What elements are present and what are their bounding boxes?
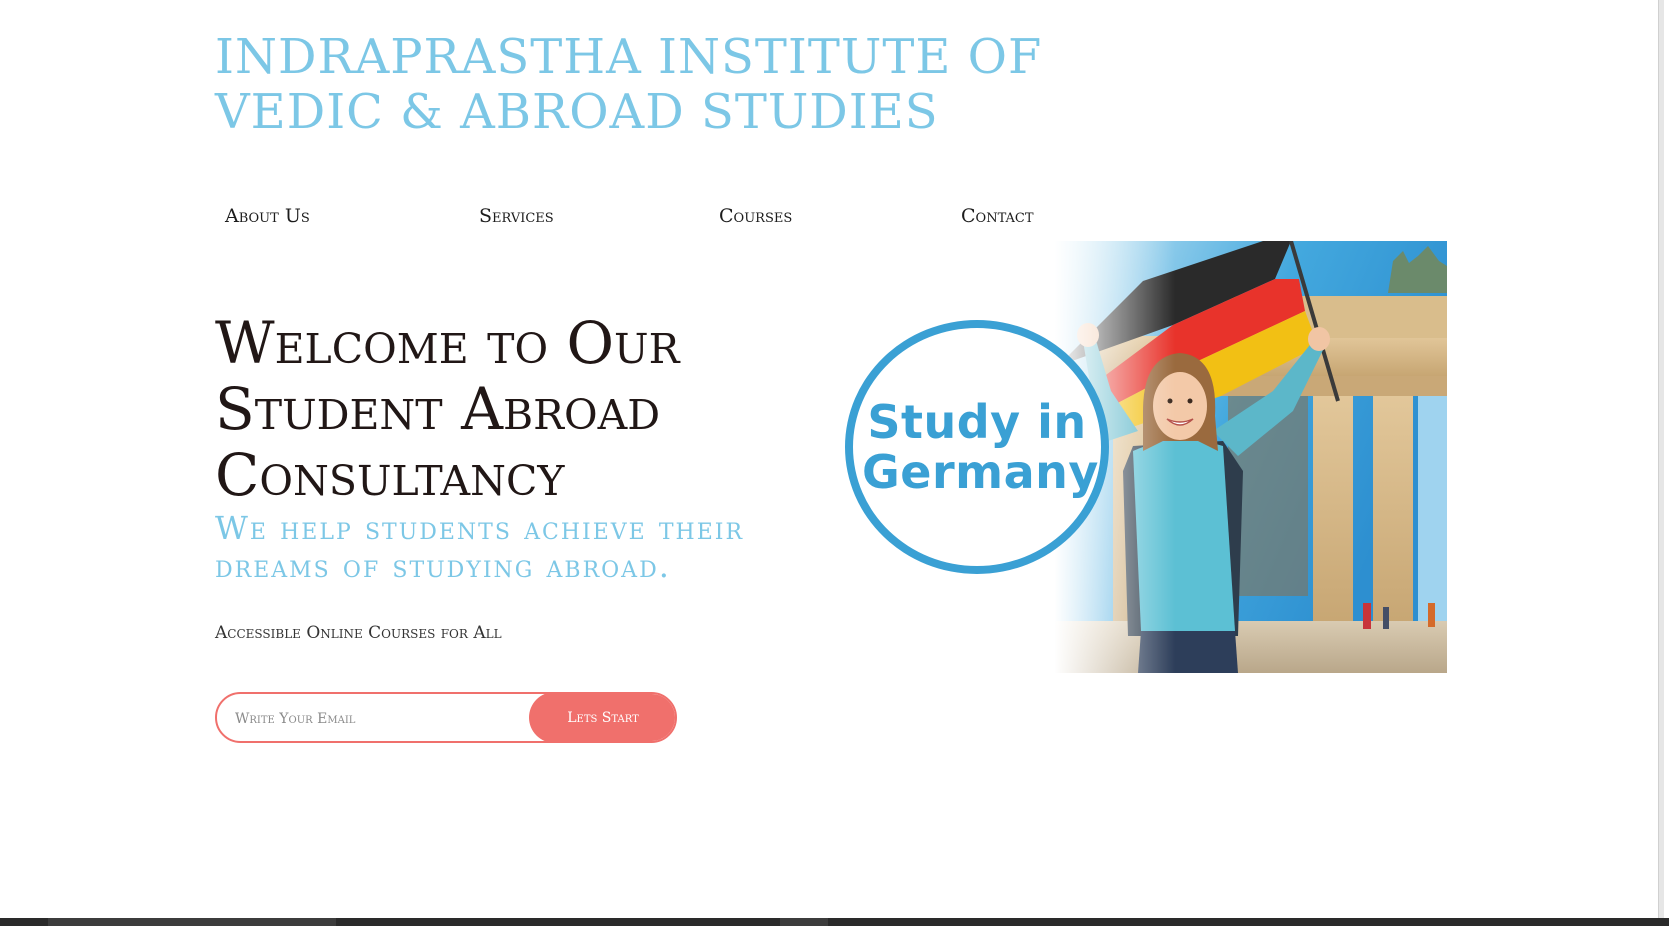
lets-start-button[interactable]: Lets Start bbox=[529, 694, 675, 741]
hero-tagline: Accessible Online Courses for All bbox=[215, 623, 502, 643]
page: INDRAPRASTHA INSTITUTE OF VEDIC & ABROAD… bbox=[0, 0, 1664, 918]
hero-image-study-in-germany: Study in Germany bbox=[843, 241, 1447, 673]
taskbar-segment bbox=[48, 918, 336, 926]
hero-heading: Welcome to Our Student Abroad Consultanc… bbox=[215, 309, 680, 509]
email-signup-form: Lets Start bbox=[215, 692, 677, 743]
hero-subheading: We help students achieve their dreams of… bbox=[215, 509, 745, 585]
nav-about-us[interactable]: About Us bbox=[225, 205, 310, 227]
study-in-germany-badge: Study in Germany bbox=[845, 320, 1109, 574]
email-input[interactable] bbox=[233, 694, 527, 741]
scrollbar-edge bbox=[1658, 0, 1664, 918]
nav-courses[interactable]: Courses bbox=[719, 205, 792, 227]
nav-services[interactable]: Services bbox=[479, 205, 554, 227]
taskbar-strip bbox=[0, 918, 1669, 926]
nav-contact[interactable]: Contact bbox=[961, 205, 1034, 227]
badge-text: Study in Germany bbox=[862, 395, 1099, 499]
taskbar-segment bbox=[780, 918, 828, 926]
site-title: INDRAPRASTHA INSTITUTE OF VEDIC & ABROAD… bbox=[215, 29, 1043, 140]
